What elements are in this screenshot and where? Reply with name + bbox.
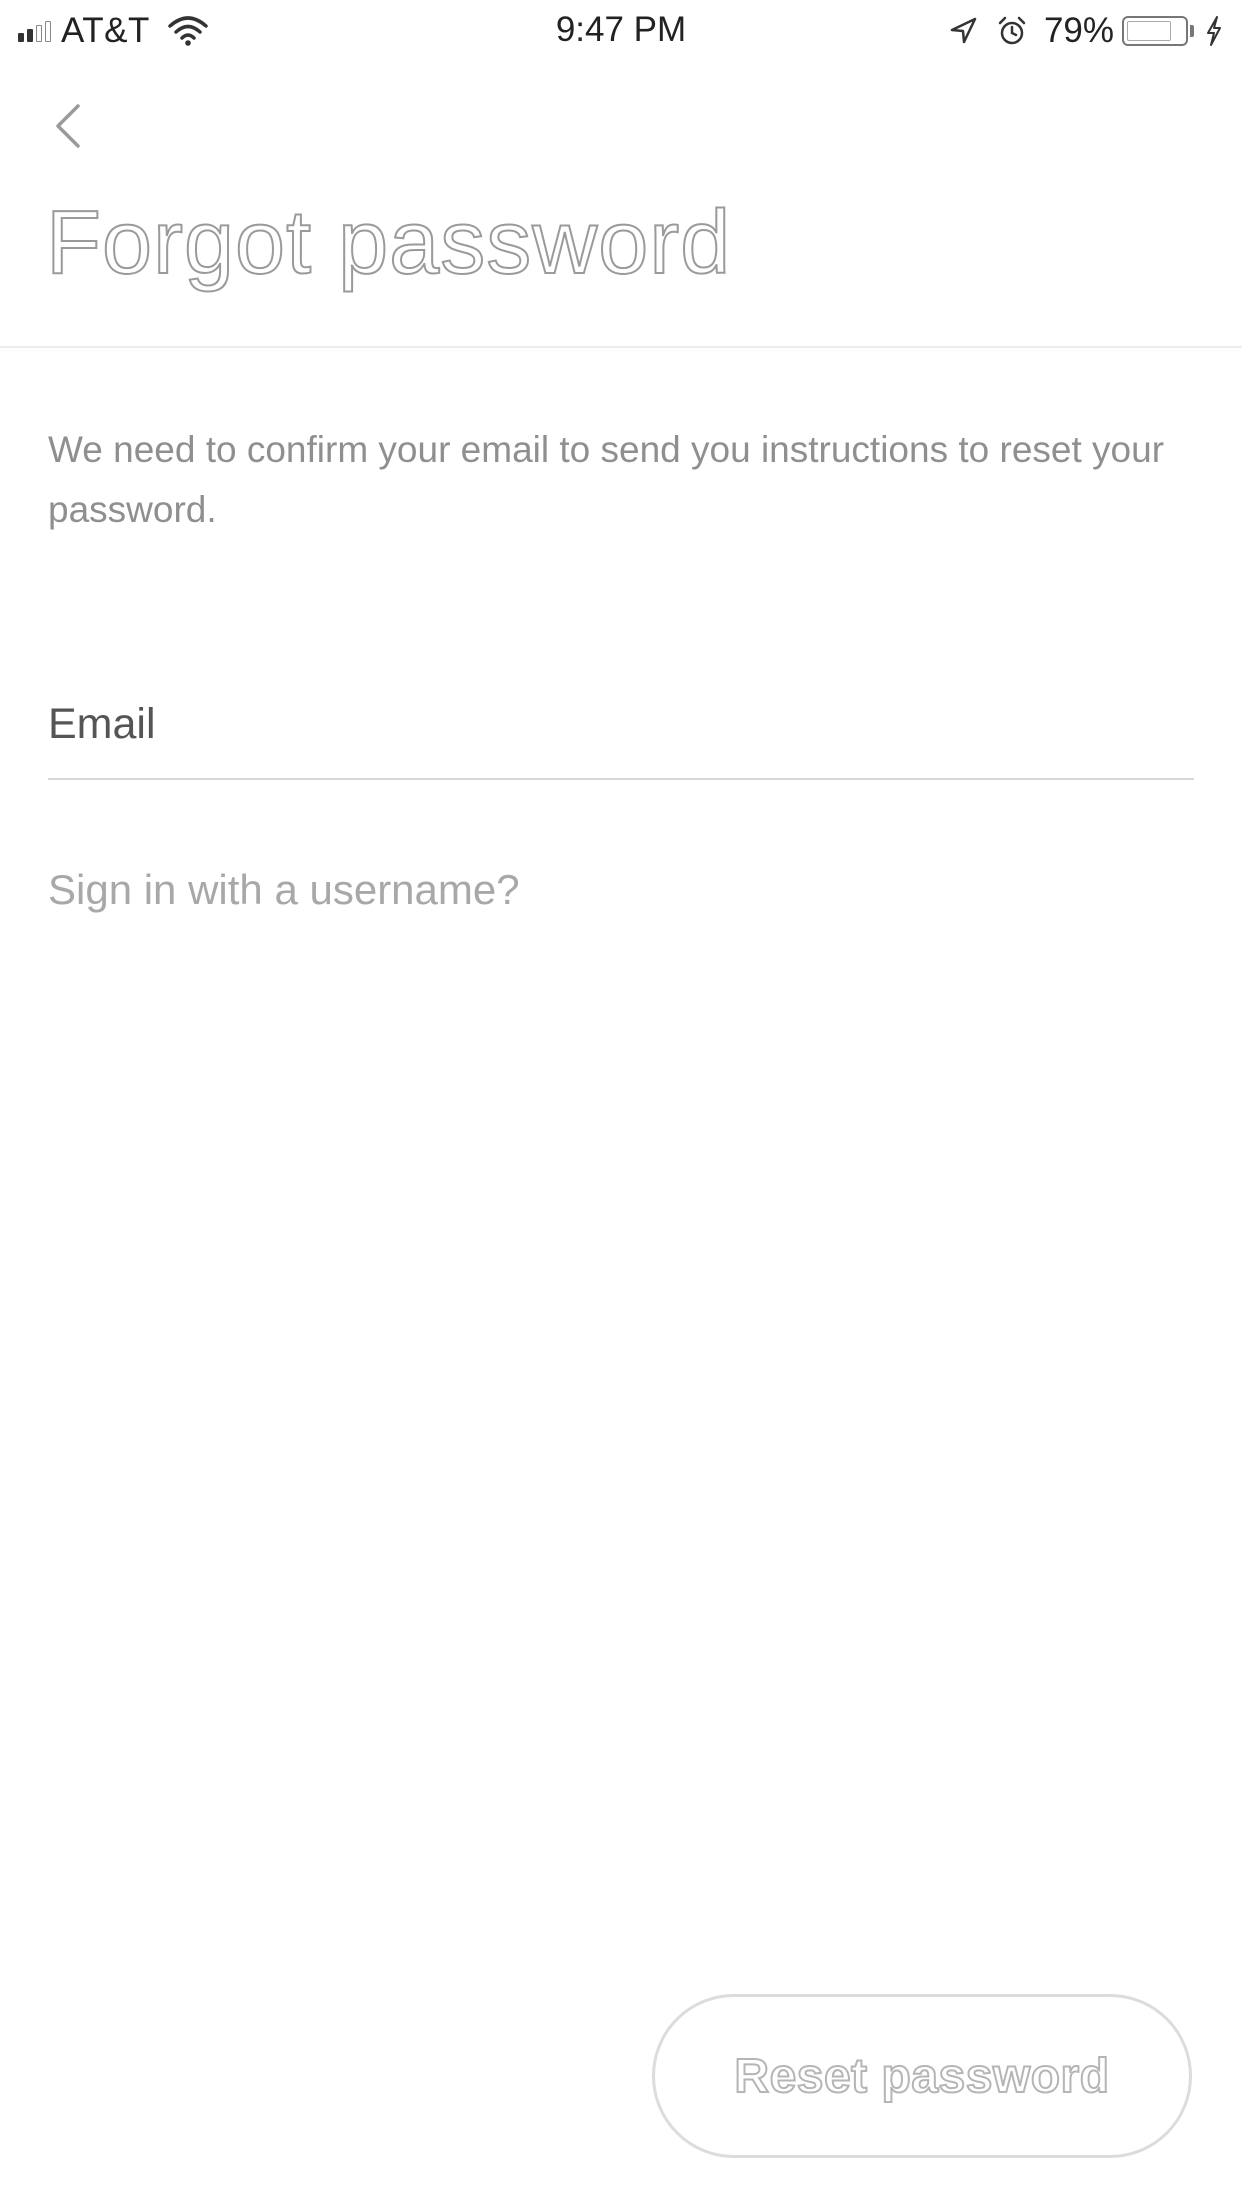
header-divider bbox=[0, 346, 1242, 348]
alarm-clock-icon bbox=[998, 16, 1026, 45]
instructions-text: We need to confirm your email to send yo… bbox=[48, 429, 1165, 530]
battery-icon bbox=[1122, 16, 1188, 46]
battery-nub bbox=[1190, 25, 1194, 37]
status-bar: AT&T 9:47 PM 79% bbox=[0, 0, 1242, 60]
battery-fill bbox=[1127, 21, 1171, 41]
email-field[interactable] bbox=[48, 680, 1194, 780]
chevron-left-icon bbox=[56, 104, 80, 148]
reset-password-button[interactable]: Reset password bbox=[652, 1994, 1192, 2158]
charging-bolt-icon bbox=[1207, 16, 1221, 46]
location-arrow-icon bbox=[950, 17, 977, 44]
email-underline bbox=[48, 778, 1194, 780]
status-right: 79% bbox=[948, 11, 1224, 50]
sign-in-with-username-link[interactable]: Sign in with a username? bbox=[48, 866, 520, 914]
page-title: Forgot password bbox=[45, 192, 732, 294]
back-button[interactable] bbox=[44, 96, 94, 156]
battery-percent: 79% bbox=[1043, 11, 1114, 50]
email-input[interactable] bbox=[48, 680, 1194, 768]
